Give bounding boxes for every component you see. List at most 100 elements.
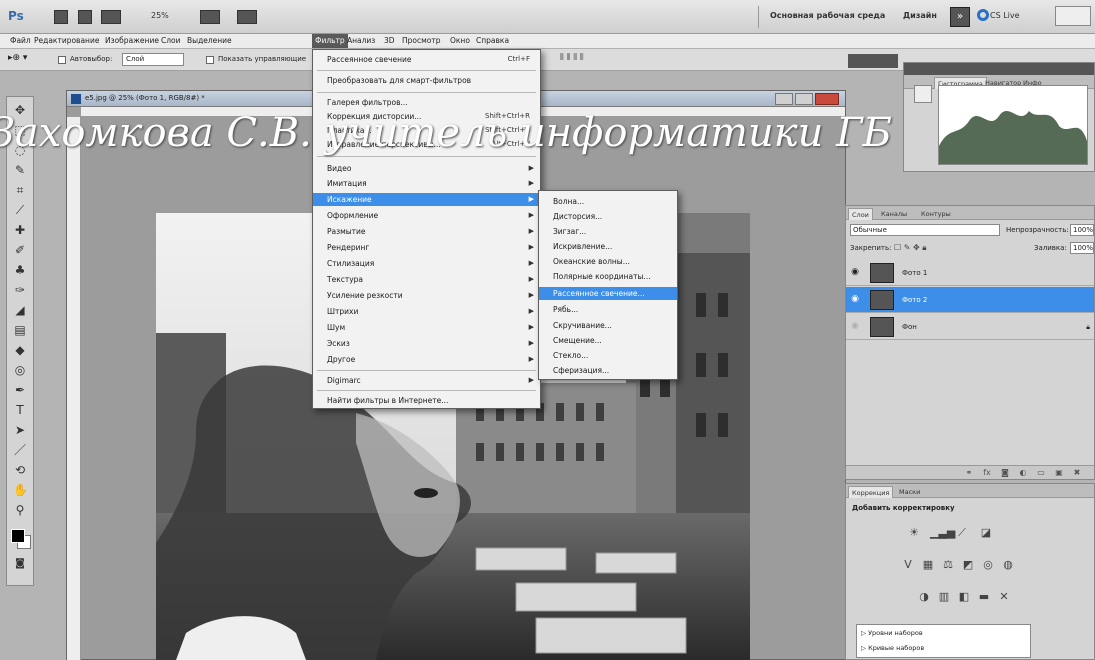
workspace-essentials[interactable]: Основная рабочая среда [770, 11, 885, 20]
channel-mixer-icon[interactable]: ◍ [1000, 558, 1016, 572]
filter-render[interactable]: Рендеринг ▶ [313, 241, 540, 254]
distort-zigzag[interactable]: Зигзаг... [539, 225, 677, 238]
quick-select-tool-icon[interactable]: ✎ [13, 163, 27, 177]
filter-liquify[interactable]: Пластика... Shift+Ctrl+X [313, 124, 540, 137]
view-extras-icon[interactable] [101, 10, 121, 24]
adjustment-layer-icon[interactable]: ◐ [1018, 468, 1028, 478]
menu-help[interactable]: Справка [476, 36, 509, 45]
menu-file[interactable]: Файл [10, 36, 31, 45]
new-group-icon[interactable]: ▭ [1036, 468, 1046, 478]
filter-gallery[interactable]: Галерея фильтров... [313, 96, 540, 109]
opacity-input[interactable]: 100% [1070, 224, 1094, 236]
lock-icons[interactable]: ☐ ✎ ✥ 🔒︎ [894, 243, 926, 253]
filter-sketch[interactable]: Эскиз ▶ [313, 337, 540, 350]
link-layers-icon[interactable]: ⚭ [964, 468, 974, 478]
collapsed-panel-bar[interactable] [848, 54, 898, 68]
menu-window[interactable]: Окно [450, 36, 470, 45]
workspace-design[interactable]: Дизайн [903, 11, 937, 20]
layer-row[interactable]: ◉ Фото 1 [846, 260, 1094, 286]
filter-stylize[interactable]: Стилизация ▶ [313, 257, 540, 270]
screen-mode-icon[interactable] [237, 10, 257, 24]
exposure-icon[interactable]: ◪ [978, 526, 994, 540]
cs-live-icon[interactable] [977, 9, 989, 21]
distort-ocean-ripple[interactable]: Океанские волны... [539, 255, 677, 268]
distort-distortion[interactable]: Дисторсия... [539, 210, 677, 223]
visibility-eye-icon[interactable]: ◉ [850, 294, 860, 304]
black-white-icon[interactable]: ◩ [960, 558, 976, 572]
history-brush-tool-icon[interactable]: ✑ [13, 283, 27, 297]
autoselect-dropdown[interactable]: Слой [122, 53, 184, 66]
3d-rotate-tool-icon[interactable]: ⟲ [13, 463, 27, 477]
arrange-documents-icon[interactable] [200, 10, 220, 24]
gradient-map-icon[interactable]: ▬ [976, 590, 992, 604]
distort-diffuse-glow[interactable]: Рассеянное свечение... [539, 287, 677, 300]
filter-texture[interactable]: Текстура ▶ [313, 273, 540, 286]
filter-vanishing-point[interactable]: Исправление перспективы... Alt+Ctrl+V [313, 138, 540, 151]
filter-convert-smart[interactable]: Преобразовать для смарт-фильтров [313, 74, 540, 87]
marquee-tool-icon[interactable]: ⬚ [13, 123, 27, 137]
brush-tool-icon[interactable]: ✐ [13, 243, 27, 257]
filter-sharpen[interactable]: Усиление резкости ▶ [313, 289, 540, 302]
layer-mask-icon[interactable]: ◙ [1000, 468, 1010, 478]
preset-levels[interactable]: ▷ Уровни наборов [861, 629, 923, 637]
dodge-tool-icon[interactable]: ◎ [13, 363, 27, 377]
move-tool-icon[interactable]: ✥ [13, 103, 27, 117]
delete-layer-icon[interactable]: ✖ [1072, 468, 1082, 478]
crop-tool-icon[interactable]: ⌗ [13, 183, 27, 197]
distort-shear[interactable]: Искривление... [539, 240, 677, 253]
clone-stamp-tool-icon[interactable]: ♣ [13, 263, 27, 277]
filter-lens-correction[interactable]: Коррекция дисторсии... Shift+Ctrl+R [313, 110, 540, 123]
adjustment-presets-list[interactable]: ▷ Уровни наборов ▷ Кривые наборов [856, 624, 1031, 658]
filter-video[interactable]: Видео ▶ [313, 162, 540, 175]
filter-blur[interactable]: Размытие ▶ [313, 225, 540, 238]
window-controls[interactable] [1055, 6, 1091, 26]
panel-header[interactable] [904, 63, 1094, 75]
filter-last-filter[interactable]: Рассеянное свечение Ctrl+F [313, 53, 540, 66]
layer-row-active[interactable]: ◉ Фото 2 [846, 287, 1094, 313]
tab-adjustments[interactable]: Коррекция [848, 486, 894, 498]
menu-image[interactable]: Изображение [105, 36, 159, 45]
filter-noise[interactable]: Шум ▶ [313, 321, 540, 334]
photo-filter-icon[interactable]: ◎ [980, 558, 996, 572]
blur-tool-icon[interactable]: ◆ [13, 343, 27, 357]
selective-color-icon[interactable]: ✕ [996, 590, 1012, 604]
gradient-tool-icon[interactable]: ▤ [13, 323, 27, 337]
eyedropper-tool-icon[interactable]: ⟋ [13, 203, 27, 217]
foreground-color-swatch[interactable] [11, 529, 25, 543]
layer-row-background[interactable]: ◉ Фон 🔒︎ [846, 314, 1094, 340]
tab-masks[interactable]: Маски [896, 486, 923, 498]
filter-digimarc[interactable]: Digimarc ▶ [313, 374, 540, 387]
fill-input[interactable]: 100% [1070, 242, 1094, 254]
align-icons[interactable]: ⫴ ⫴ ⫴ ⫴ [560, 53, 584, 63]
tab-layers[interactable]: Слои [848, 208, 873, 220]
path-selection-tool-icon[interactable]: ➤ [13, 423, 27, 437]
preset-curves[interactable]: ▷ Кривые наборов [861, 644, 924, 652]
menu-edit[interactable]: Редактирование [34, 36, 99, 45]
distort-displace[interactable]: Смещение... [539, 334, 677, 347]
menu-3d[interactable]: 3D [384, 36, 395, 45]
tab-channels[interactable]: Каналы [878, 208, 910, 220]
eraser-tool-icon[interactable]: ◢ [13, 303, 27, 317]
more-workspaces-button[interactable]: » [950, 7, 970, 27]
levels-icon[interactable]: ▁▃▅ [930, 526, 955, 540]
distort-glass[interactable]: Стекло... [539, 349, 677, 362]
hand-tool-icon[interactable]: ✋ [13, 483, 28, 497]
visibility-eye-icon[interactable]: ◉ [850, 321, 860, 331]
filter-brush-strokes[interactable]: Штрихи ▶ [313, 305, 540, 318]
vibrance-icon[interactable]: V [900, 558, 916, 572]
move-tool-preset-icon[interactable]: ▸⊕ ▾ [8, 53, 27, 63]
visibility-eye-icon[interactable]: ◉ [850, 267, 860, 277]
filter-other[interactable]: Другое ▶ [313, 353, 540, 366]
bridge-icon[interactable] [54, 10, 68, 24]
lasso-tool-icon[interactable]: ◌ [13, 143, 27, 157]
menu-select[interactable]: Выделение [187, 36, 232, 45]
minimize-button[interactable] [775, 93, 793, 105]
layer-style-icon[interactable]: fx [982, 468, 992, 478]
close-button[interactable] [815, 93, 839, 105]
filter-distort[interactable]: Искажение ▶ [313, 193, 540, 206]
menu-filter[interactable]: Фильтр [312, 34, 348, 48]
menu-analysis[interactable]: Анализ [347, 36, 375, 45]
color-balance-icon[interactable]: ⚖ [940, 558, 956, 572]
autoselect-checkbox[interactable] [58, 56, 66, 64]
distort-ripple[interactable]: Рябь... [539, 303, 677, 316]
